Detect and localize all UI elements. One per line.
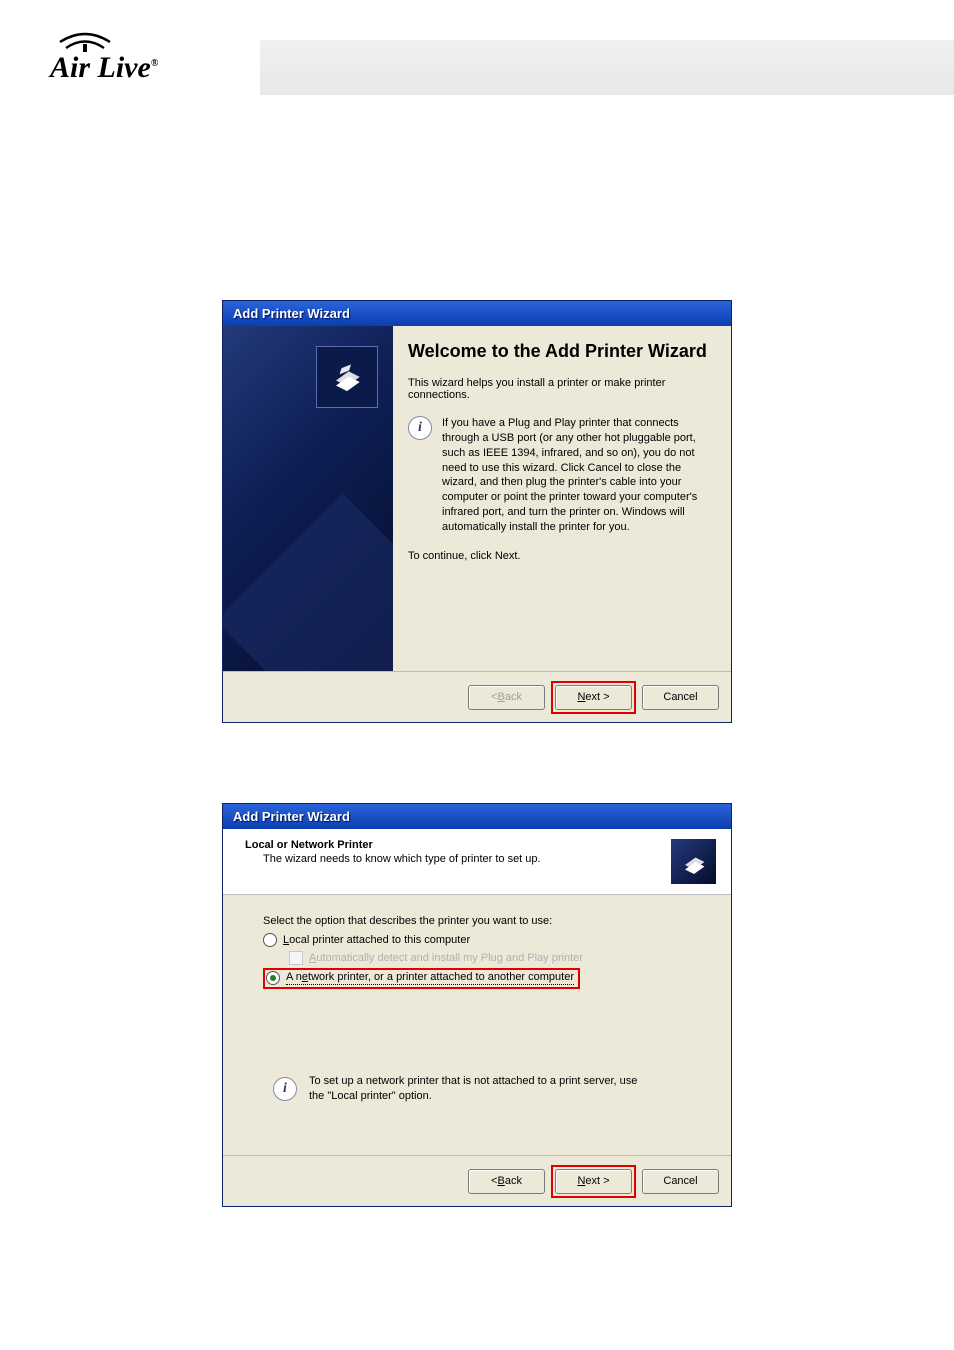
- printer-icon: [316, 346, 378, 408]
- wizard-side-graphic: [223, 326, 393, 671]
- next-button-highlight: Next >: [551, 1165, 636, 1198]
- titlebar: Add Printer Wizard: [223, 804, 731, 829]
- reg-mark: ®: [151, 58, 158, 69]
- wizard-intro: This wizard helps you install a printer …: [408, 377, 711, 401]
- tip-text: To set up a network printer that is not …: [309, 1074, 639, 1104]
- wizard-content: Welcome to the Add Printer Wizard This w…: [393, 326, 731, 671]
- info-icon: i: [273, 1077, 297, 1101]
- printer-icon: [671, 839, 716, 884]
- option-network-printer-highlight: A network printer, or a printer attached…: [263, 968, 580, 989]
- cancel-button[interactable]: Cancel: [642, 685, 719, 710]
- option-network-printer[interactable]: A network printer, or a printer attached…: [286, 971, 574, 985]
- wizard-body: Select the option that describes the pri…: [223, 895, 731, 1155]
- radio-icon: [263, 933, 277, 947]
- sub-header-desc: The wizard needs to know which type of p…: [263, 853, 541, 865]
- next-button[interactable]: Next >: [555, 1169, 632, 1194]
- next-button[interactable]: Next >: [555, 685, 632, 710]
- brand-name: Air Live: [50, 51, 151, 84]
- next-button-highlight: Next >: [551, 681, 636, 714]
- wizard-heading: Welcome to the Add Printer Wizard: [408, 341, 711, 362]
- brand-logo: Air Live®: [50, 20, 954, 85]
- button-bar: < Back Next > Cancel: [223, 671, 731, 722]
- sub-header: Local or Network Printer The wizard need…: [223, 829, 731, 895]
- prompt-text: Select the option that describes the pri…: [263, 915, 706, 927]
- checkbox-icon: [289, 951, 303, 965]
- add-printer-wizard-welcome: Add Printer Wizard Welcome to the Add Pr…: [222, 300, 732, 723]
- button-bar: < Back Next > Cancel: [223, 1155, 731, 1206]
- sub-header-title: Local or Network Printer: [245, 839, 541, 851]
- back-button: < Back: [468, 685, 545, 710]
- back-button[interactable]: < Back: [468, 1169, 545, 1194]
- option-local-printer[interactable]: Local printer attached to this computer: [263, 933, 706, 947]
- add-printer-wizard-type: Add Printer Wizard Local or Network Prin…: [222, 803, 732, 1207]
- info-icon: i: [408, 416, 432, 440]
- titlebar: Add Printer Wizard: [223, 301, 731, 326]
- continue-text: To continue, click Next.: [408, 550, 711, 562]
- page-header: Air Live®: [0, 0, 954, 140]
- wizard-info-text: If you have a Plug and Play printer that…: [442, 416, 711, 535]
- cancel-button[interactable]: Cancel: [642, 1169, 719, 1194]
- option-autodetect: Automatically detect and install my Plug…: [289, 951, 706, 965]
- radio-icon[interactable]: [266, 971, 280, 985]
